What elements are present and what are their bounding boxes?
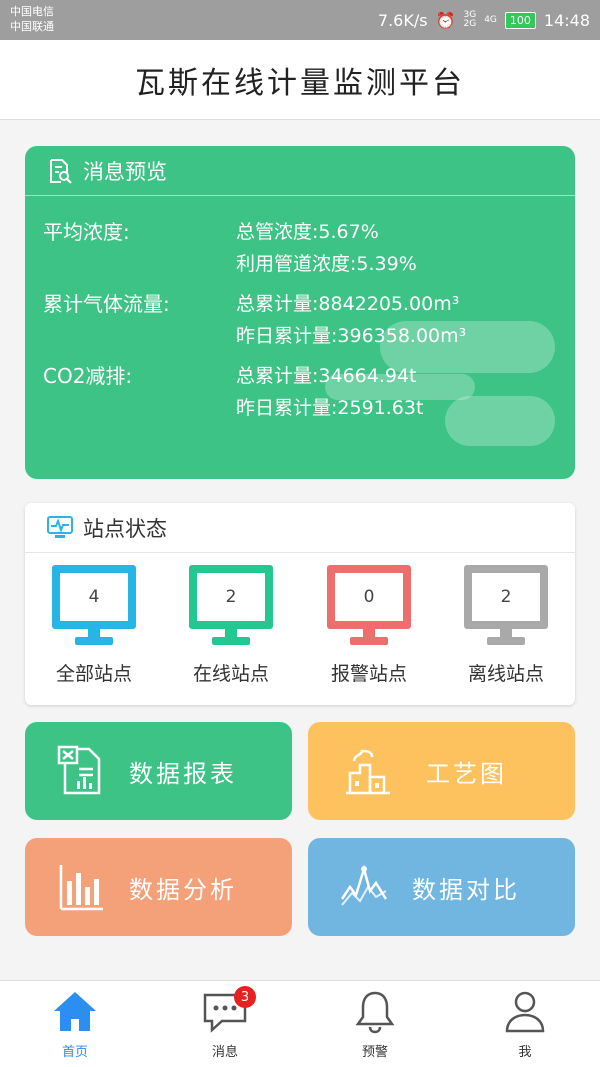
- overview-values: 总累计量:8842205.00m³ 昨日累计量:396358.00m³: [236, 288, 466, 352]
- message-icon-wrap: 3: [202, 986, 256, 1035]
- tile-label: 数据对比: [412, 875, 520, 904]
- station-monitor-icon: 0: [327, 565, 411, 629]
- monitor-base: [212, 637, 250, 645]
- tile-label: 数据分析: [129, 875, 237, 904]
- battery-icon: 100: [504, 11, 536, 29]
- monitor-stand: [363, 629, 375, 637]
- station-monitor-icon: 2: [189, 565, 273, 629]
- tab-label: 我: [518, 1045, 532, 1060]
- carrier-2: 中国联通: [10, 20, 54, 33]
- carrier-1: 中国电信: [10, 5, 54, 18]
- station-label: 报警站点: [330, 663, 407, 685]
- tile-label: 工艺图: [426, 759, 507, 788]
- tab-label: 消息: [211, 1045, 238, 1060]
- unread-badge: 3: [234, 986, 256, 1008]
- overview-values: 总管浓度:5.67% 利用管道浓度:5.39%: [236, 216, 417, 280]
- overview-value: 昨日累计量:2591.63t: [236, 397, 424, 419]
- network-speed: 7.6K/s: [377, 10, 428, 30]
- factory-icon: [346, 749, 390, 795]
- data-compare-button[interactable]: 数据对比: [308, 838, 575, 936]
- tab-alerts[interactable]: 预警: [300, 981, 450, 1067]
- status-bar: 中国电信 中国联通 7.6K/s ⏰ 3G 2G 4G 100 14:48: [0, 0, 600, 40]
- overview-value: 利用管道浓度:5.39%: [236, 253, 417, 275]
- tab-messages[interactable]: 3 消息: [150, 981, 300, 1067]
- station-label: 在线站点: [192, 663, 269, 685]
- monitor-stand: [88, 629, 100, 637]
- process-diagram-button[interactable]: 工艺图: [308, 722, 575, 820]
- alarm-clock-icon: ⏰: [435, 10, 456, 30]
- overview-label: 平均浓度:: [43, 220, 130, 244]
- data-analysis-button[interactable]: 数据分析: [25, 838, 292, 936]
- tab-home[interactable]: 首页: [0, 981, 150, 1067]
- carrier-info: 中国电信 中国联通: [10, 4, 54, 34]
- tab-label: 首页: [61, 1045, 88, 1060]
- status-indicators: 7.6K/s ⏰ 3G 2G 4G 100 14:48: [378, 9, 590, 31]
- status-time: 14:48: [543, 10, 590, 30]
- station-alarm[interactable]: 0 报警站点: [309, 565, 429, 686]
- monitor-base: [487, 637, 525, 645]
- overview-label: 累计气体流量:: [43, 292, 170, 316]
- overview-values: 总累计量:34664.94t 昨日累计量:2591.63t: [236, 360, 423, 424]
- overview-value: 昨日累计量:396358.00m³: [236, 325, 467, 347]
- monitor-stand: [500, 629, 512, 637]
- overview-header: 消息预览: [25, 146, 575, 196]
- station-online[interactable]: 2 在线站点: [171, 565, 291, 686]
- overview-value: 总累计量:34664.94t: [236, 365, 417, 387]
- page-title: 瓦斯在线计量监测平台: [135, 65, 465, 101]
- app-header: 瓦斯在线计量监测平台: [0, 40, 600, 120]
- monitor-base: [75, 637, 113, 645]
- station-monitor-icon: 2: [464, 565, 548, 629]
- monitor-base: [350, 637, 388, 645]
- monitor-stand: [225, 629, 237, 637]
- home-icon: [54, 992, 96, 1031]
- station-list: 4 全部站点 2 在线站点 0 报警站点 2 离线站点: [25, 565, 575, 695]
- overview-value: 总累计量:8842205.00m³: [236, 293, 460, 315]
- signal-3g-icon: 3G 2G: [463, 10, 477, 29]
- message-overview-card[interactable]: 消息预览 平均浓度: 总管浓度:5.67% 利用管道浓度:5.39% 累计气体流…: [25, 146, 575, 479]
- station-all[interactable]: 4 全部站点: [34, 565, 154, 686]
- station-status-card: 站点状态 4 全部站点 2 在线站点 0 报警站点 2 离线站点: [25, 503, 575, 705]
- tab-label: 预警: [361, 1045, 388, 1060]
- station-status-header: 站点状态: [25, 503, 575, 553]
- station-label: 全部站点: [55, 663, 132, 685]
- document-search-icon: [50, 158, 72, 184]
- tab-me[interactable]: 我: [450, 981, 600, 1067]
- wind-decoration: [445, 396, 555, 446]
- station-status-title: 站点状态: [83, 516, 167, 541]
- station-label: 离线站点: [467, 663, 544, 685]
- report-sheet-icon: [57, 745, 101, 795]
- user-icon: [505, 991, 545, 1033]
- bar-chart-icon: [59, 865, 103, 911]
- overview-value: 总管浓度:5.67%: [236, 221, 379, 243]
- bell-icon: [355, 991, 395, 1034]
- bottom-tab-bar: 首页 3 消息 预警 我: [0, 980, 600, 1067]
- data-report-button[interactable]: 数据报表: [25, 722, 292, 820]
- station-offline[interactable]: 2 离线站点: [446, 565, 566, 686]
- line-compare-icon: [340, 864, 388, 906]
- station-monitor-icon: 4: [52, 565, 136, 629]
- overview-title: 消息预览: [83, 159, 167, 184]
- monitor-pulse-icon: [47, 515, 73, 538]
- tile-label: 数据报表: [129, 759, 237, 788]
- overview-label: CO2减排:: [43, 364, 133, 388]
- signal-4g-icon: 4G: [484, 14, 497, 25]
